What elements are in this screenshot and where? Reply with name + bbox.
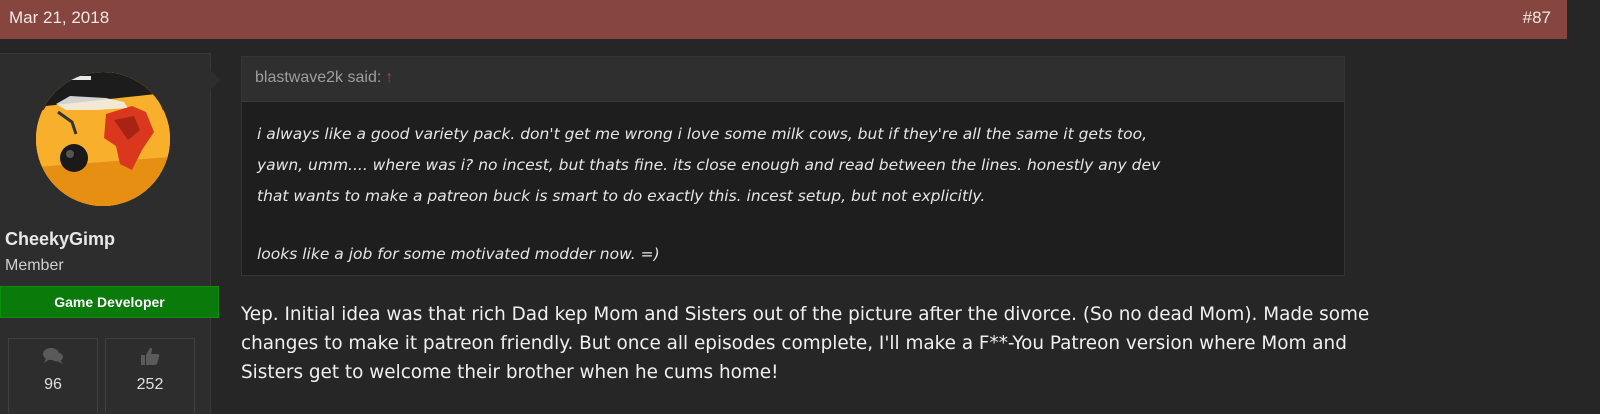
message-line: Yep. Initial idea was that rich Dad kep … — [241, 304, 1370, 325]
username[interactable]: CheekyGimp — [5, 229, 115, 250]
post-permalink[interactable]: #87 — [1523, 8, 1551, 28]
quote-spacer — [257, 212, 1337, 239]
message-line: changes to make it patreon friendly. But… — [241, 333, 1347, 354]
user-panel-pointer — [210, 70, 221, 90]
user-banner: Game Developer — [0, 286, 219, 318]
user-title: Member — [5, 257, 64, 274]
speech-bubbles-icon — [9, 347, 97, 367]
quote-line: yawn, umm.... where was i? no incest, bu… — [257, 156, 1161, 174]
header-edge — [1567, 0, 1600, 39]
avatar[interactable] — [36, 72, 170, 206]
message-line: Sisters get to welcome their brother whe… — [241, 362, 779, 383]
quote-line: i always like a good variety pack. don't… — [257, 125, 1148, 143]
reactions-stat: 252 — [105, 338, 195, 413]
quote-body: i always like a good variety pack. don't… — [257, 119, 1337, 270]
post-header: Mar 21, 2018 #87 — [0, 0, 1600, 39]
quote-line: looks like a job for some motivated modd… — [257, 245, 660, 263]
quote-block: blastwave2k said: ↑ i always like a good … — [241, 56, 1345, 276]
quote-line: that wants to make a patreon buck is sma… — [257, 187, 986, 205]
message-body: Yep. Initial idea was that rich Dad kep … — [241, 300, 1591, 387]
quote-jump-arrow-icon[interactable]: ↑ — [385, 69, 393, 86]
quote-header: blastwave2k said: ↑ — [242, 57, 1344, 102]
quote-author-label: blastwave2k said: — [255, 69, 382, 86]
reactions-count: 252 — [136, 376, 164, 393]
messages-count: 96 — [44, 376, 62, 393]
post-date[interactable]: Mar 21, 2018 — [9, 8, 109, 28]
quote-author[interactable]: blastwave2k said: ↑ — [255, 69, 393, 87]
thumbs-up-icon — [106, 347, 194, 367]
messages-stat: 96 — [8, 338, 98, 413]
